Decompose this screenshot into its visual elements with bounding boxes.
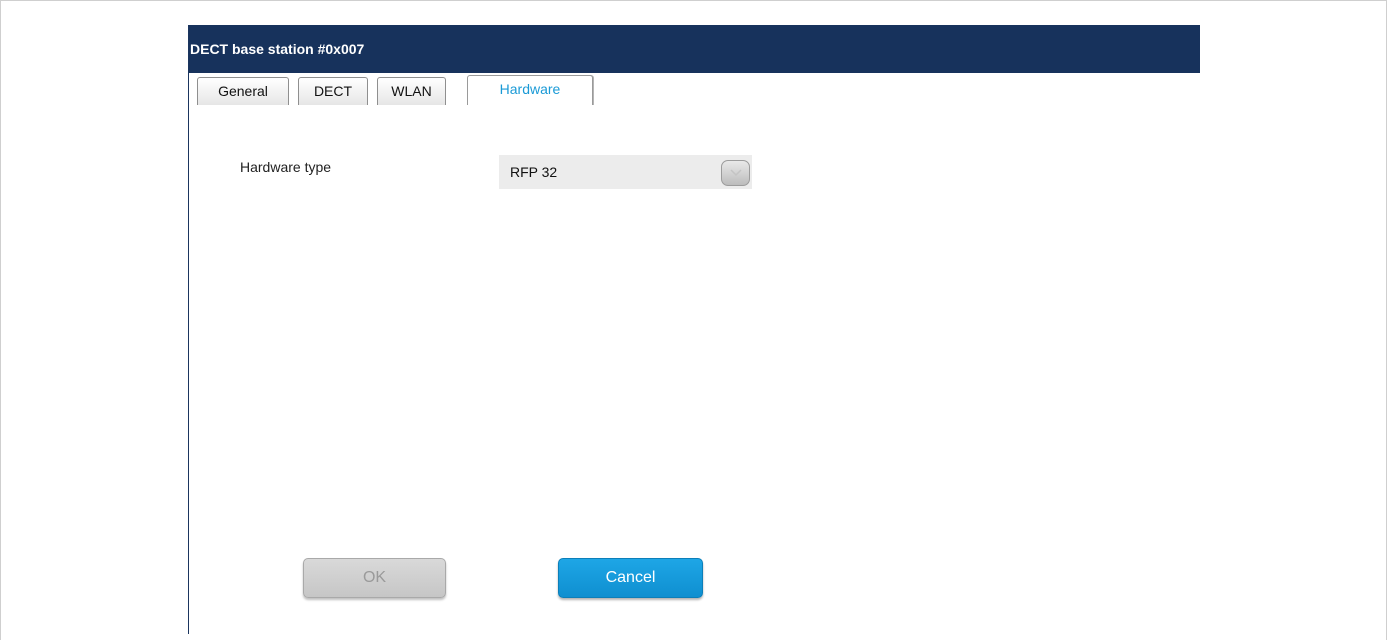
tab-hardware[interactable]: Hardware	[467, 75, 593, 105]
dect-base-station-dialog: DECT base station #0x007 General DECT WL…	[188, 25, 1200, 634]
tab-bar: General DECT WLAN Hardware	[189, 73, 1200, 107]
hardware-type-value: RFP 32	[510, 164, 558, 180]
ok-button[interactable]: OK	[303, 558, 446, 598]
tab-wlan[interactable]: WLAN	[377, 77, 446, 105]
dialog-title: DECT base station #0x007	[189, 25, 1200, 73]
hardware-type-select[interactable]: RFP 32	[499, 155, 752, 189]
hardware-tab-panel: Hardware type RFP 32 OK Cancel	[189, 107, 1200, 634]
cancel-button[interactable]: Cancel	[558, 558, 703, 598]
chevron-down-icon	[730, 169, 742, 177]
dropdown-button[interactable]	[721, 160, 750, 186]
tab-general[interactable]: General	[197, 77, 289, 105]
tab-dect[interactable]: DECT	[298, 77, 368, 105]
hardware-type-label: Hardware type	[240, 159, 332, 175]
